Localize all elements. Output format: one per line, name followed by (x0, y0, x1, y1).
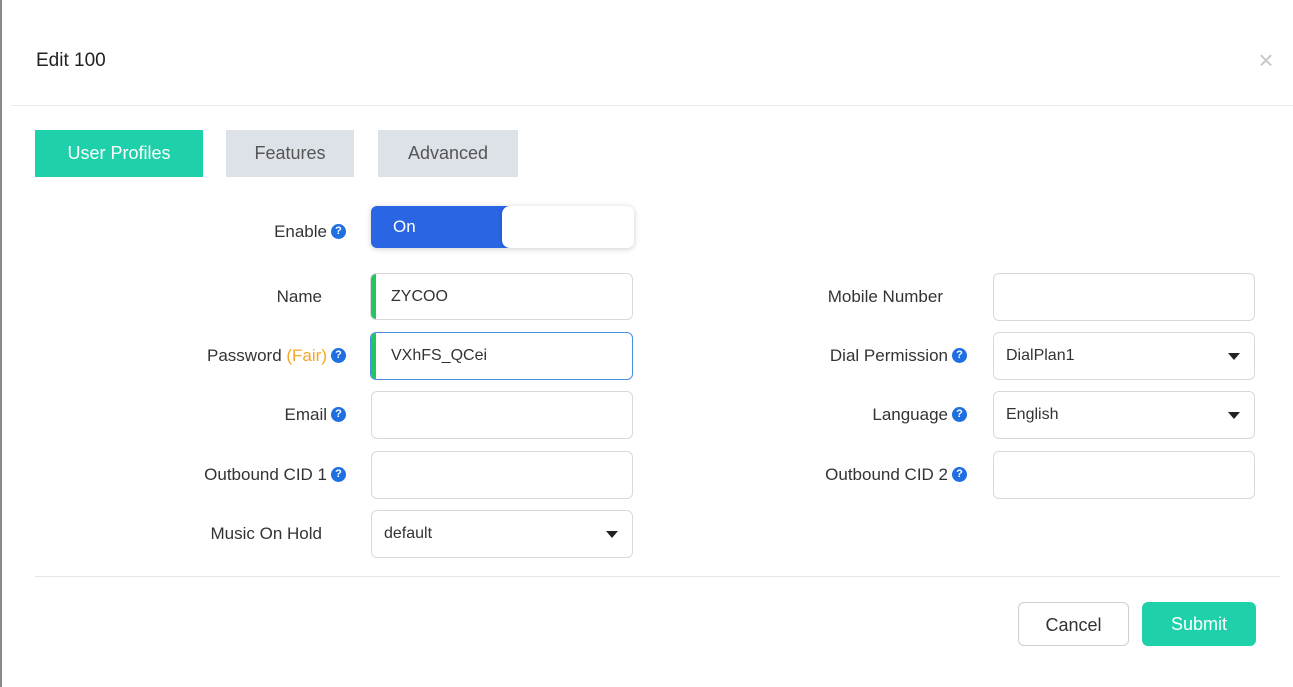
dial-permission-value: DialPlan1 (1006, 347, 1075, 364)
password-label: Password (Fair)? (207, 346, 346, 366)
toggle-on-label: On (371, 206, 511, 248)
enable-label: Enable? (274, 222, 346, 242)
password-strength: (Fair) (286, 346, 327, 365)
password-value: VXhFS_QCei (391, 347, 488, 364)
outbound-cid-1-input[interactable] (371, 451, 633, 499)
chevron-down-icon (1228, 353, 1240, 360)
tab-advanced[interactable]: Advanced (378, 130, 518, 177)
window-edge (0, 0, 2, 687)
password-input[interactable]: VXhFS_QCei (370, 332, 633, 380)
enable-toggle[interactable]: On (371, 206, 634, 248)
chevron-down-icon (606, 531, 618, 538)
help-icon[interactable]: ? (952, 407, 967, 423)
music-on-hold-select[interactable]: default (371, 510, 633, 558)
music-on-hold-label: Music On Hold (210, 524, 322, 543)
help-icon[interactable]: ? (331, 467, 346, 483)
help-icon[interactable]: ? (952, 467, 967, 483)
mobile-number-input[interactable] (993, 273, 1255, 321)
dial-permission-label: Dial Permission? (830, 346, 967, 366)
cancel-button[interactable]: Cancel (1018, 602, 1129, 646)
outbound-cid-2-label: Outbound CID 2? (825, 465, 967, 485)
modal-title: Edit 100 (36, 50, 106, 71)
outbound-cid-1-label: Outbound CID 1? (204, 465, 346, 485)
toggle-knob[interactable] (502, 206, 634, 248)
valid-indicator (371, 274, 376, 319)
mobile-number-label: Mobile Number (827, 287, 943, 306)
chevron-down-icon (1228, 412, 1240, 419)
name-label: Name (276, 287, 322, 306)
name-input[interactable]: ZYCOO (370, 273, 633, 320)
close-icon[interactable]: × (1253, 46, 1279, 74)
outbound-cid-2-input[interactable] (993, 451, 1255, 499)
language-label: Language? (872, 405, 967, 425)
header-divider (11, 105, 1293, 106)
language-value: English (1006, 406, 1059, 423)
tab-features[interactable]: Features (226, 130, 354, 177)
footer-divider (35, 576, 1280, 577)
valid-indicator (371, 333, 376, 379)
email-label: Email? (284, 405, 346, 425)
help-icon[interactable]: ? (331, 348, 346, 364)
music-on-hold-value: default (384, 525, 433, 542)
tab-user-profiles[interactable]: User Profiles (35, 130, 203, 177)
dial-permission-select[interactable]: DialPlan1 (993, 332, 1255, 380)
language-select[interactable]: English (993, 391, 1255, 439)
help-icon[interactable]: ? (331, 407, 346, 423)
email-input[interactable] (371, 391, 633, 439)
help-icon[interactable]: ? (952, 348, 967, 364)
help-icon[interactable]: ? (331, 224, 346, 240)
name-value: ZYCOO (391, 287, 448, 305)
submit-button[interactable]: Submit (1142, 602, 1256, 646)
